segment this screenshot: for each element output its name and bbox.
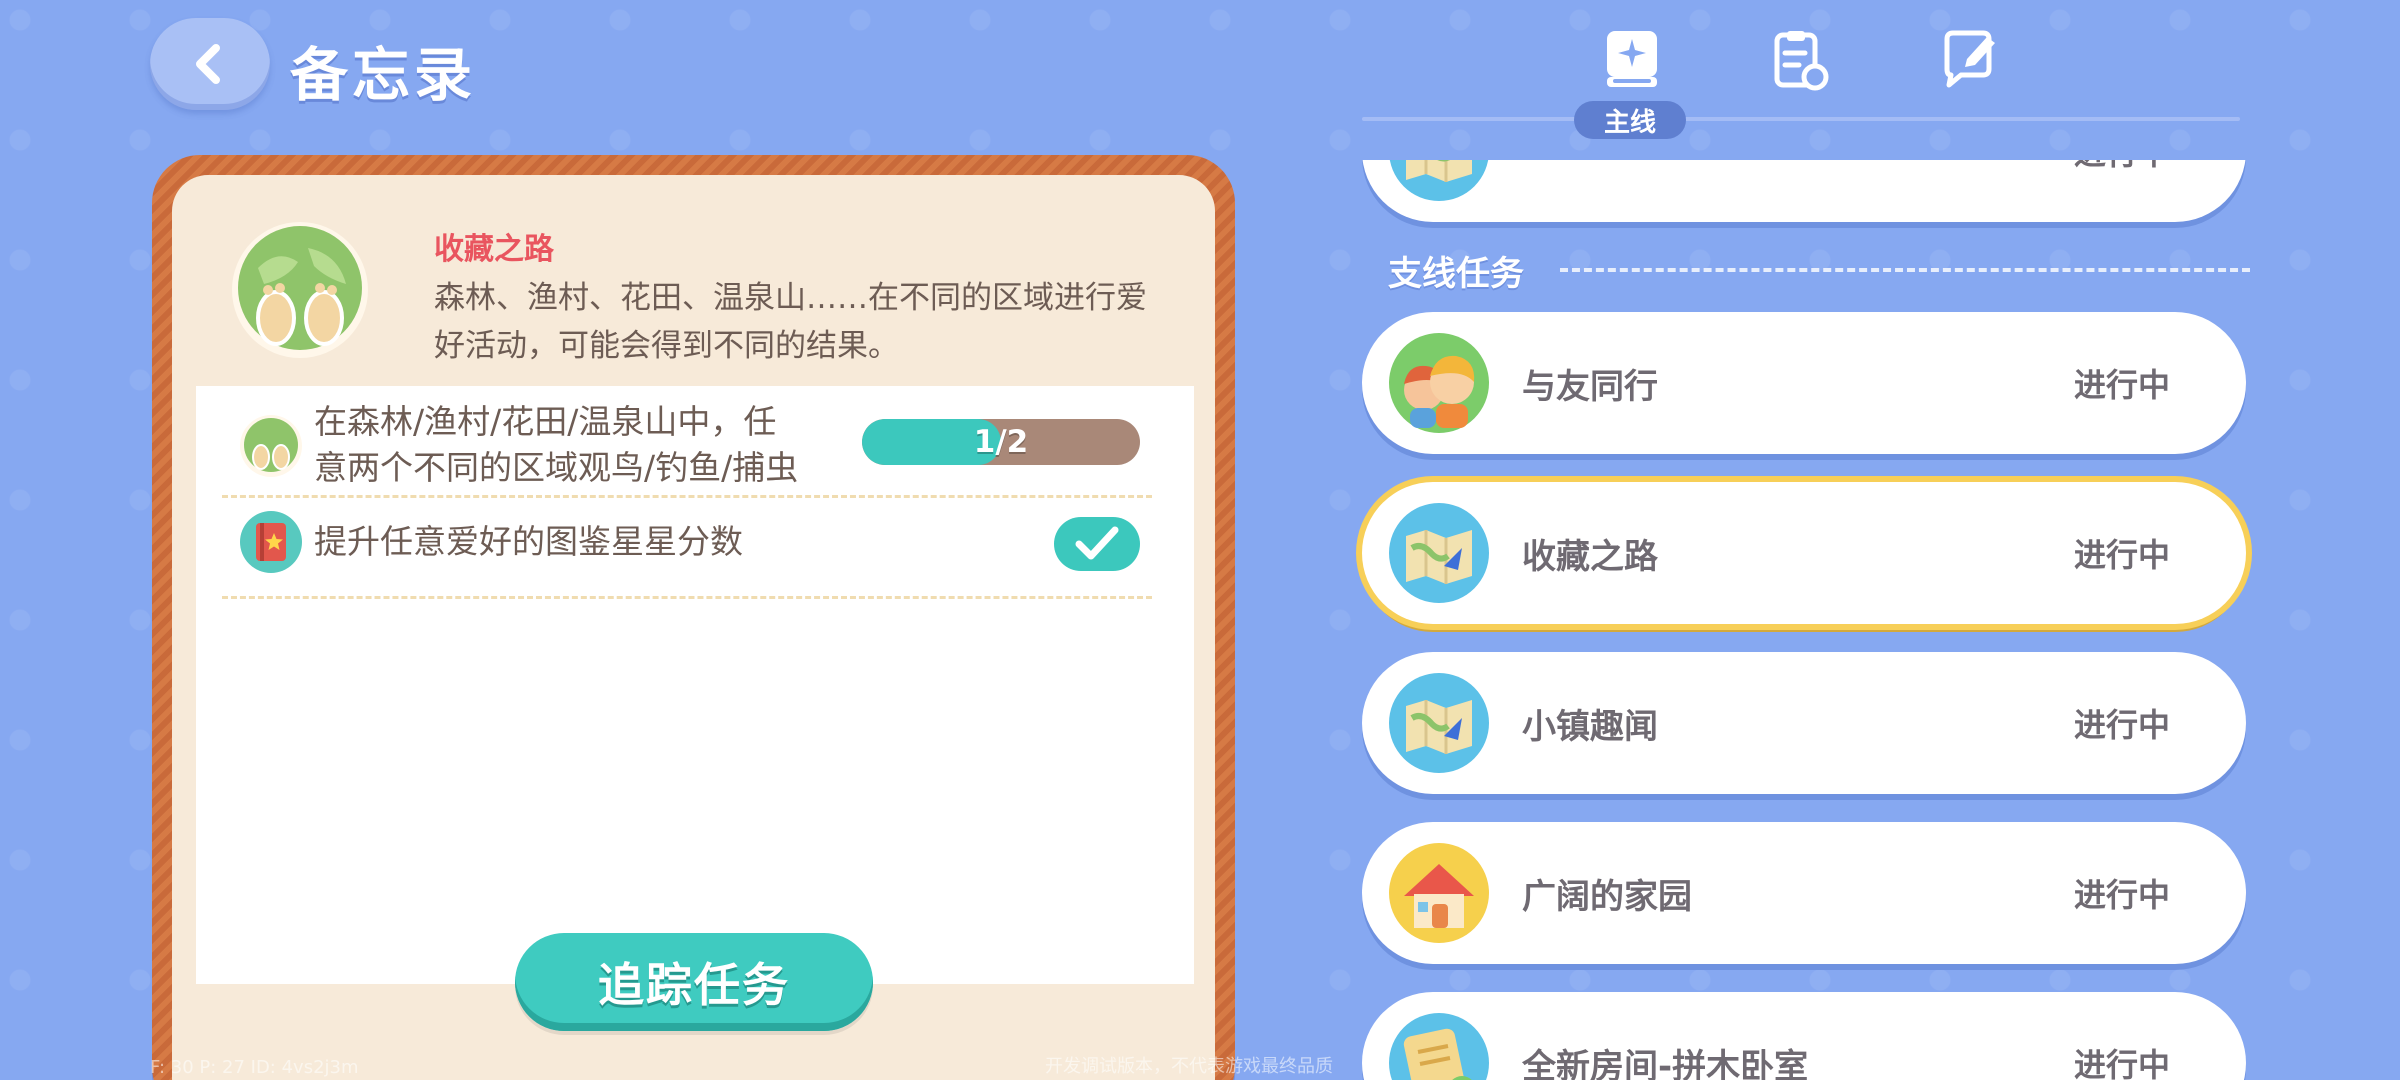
quest-list-item[interactable]: 小镇趣闻 进行中	[1362, 652, 2246, 794]
objective-row: 提升任意爱好的图鉴星星分数	[222, 503, 1152, 599]
track-quest-button[interactable]: 追踪任务	[515, 933, 873, 1031]
quest-status: 进行中	[2073, 706, 2170, 744]
quest-status: 进行中	[2073, 1046, 2170, 1080]
side-quest-section-header: 支线任务	[1384, 246, 2264, 294]
friends-icon	[1389, 333, 1489, 433]
map-icon	[1389, 160, 1489, 201]
quest-list-item-selected[interactable]: 收藏之路 进行中	[1362, 482, 2246, 624]
main-quest-book-icon	[1607, 31, 1657, 87]
quest-detail-description: 森林、渔村、花田、温泉山……在不同的区域进行爱好活动，可能会得到不同的结果。	[434, 280, 1147, 364]
clipboard-refresh-icon	[1774, 31, 1829, 91]
quest-name: 与友同行	[1522, 366, 1658, 407]
chevron-left-icon	[196, 44, 220, 84]
map-icon	[1389, 503, 1489, 603]
objective-text-line2: 意两个不同的区域观鸟/钓鱼/捕虫	[314, 448, 799, 487]
debug-disclaimer: 开发调试版本，不代表游戏最终品质	[1045, 1056, 1333, 1077]
quest-name: 广阔的家园	[1522, 876, 1692, 917]
star-book-icon	[240, 511, 302, 573]
tab-side-quest[interactable]	[1758, 24, 1842, 96]
quest-name: 小镇趣闻	[1522, 706, 1658, 747]
house-icon	[1389, 843, 1489, 943]
back-button[interactable]	[150, 18, 270, 110]
section-divider	[1560, 268, 2250, 272]
page-title: 备忘录	[290, 41, 477, 109]
objective-complete-badge	[1054, 517, 1140, 571]
objective-text-line1: 提升任意爱好的图鉴星星分数	[314, 522, 743, 561]
quest-list-item[interactable]: 全新房间-拼木卧室 进行中	[1362, 992, 2246, 1080]
tab-chat[interactable]	[1928, 24, 2012, 96]
quest-detail-name: 收藏之路	[434, 232, 554, 267]
checkmark-icon	[1075, 526, 1119, 560]
footprints-globe-icon	[232, 222, 368, 358]
quest-list-item[interactable]: 进行中	[1362, 160, 2246, 222]
quest-status: 进行中	[2074, 160, 2170, 222]
progress-text: 1/2	[973, 424, 1029, 460]
quest-status: 进行中	[2073, 536, 2170, 574]
map-icon	[1389, 673, 1489, 773]
footprints-globe-icon	[240, 415, 302, 477]
chat-edit-icon	[1944, 30, 1995, 88]
quest-list[interactable]: 进行中 支线任务 与友同行 进行中 收藏之路 进行中	[1350, 160, 2270, 1080]
section-title: 支线任务	[1388, 254, 1524, 294]
quest-name: 全新房间-拼木卧室	[1522, 1046, 1809, 1080]
objective-progress-bar: 1/2	[862, 419, 1140, 465]
quest-list-item[interactable]: 广阔的家园 进行中	[1362, 822, 2246, 964]
debug-info: F: 30 P: 27 ID: 4vs2j3m	[150, 1057, 359, 1078]
objective-row: 在森林/渔村/花田/温泉山中，任 意两个不同的区域观鸟/钓鱼/捕虫 1/2	[222, 395, 1152, 498]
note-icon	[1389, 1013, 1489, 1080]
quest-status: 进行中	[2073, 876, 2170, 914]
quest-name: 收藏之路	[1522, 536, 1658, 577]
quest-status: 进行中	[2073, 366, 2170, 404]
quest-list-item[interactable]: 与友同行 进行中	[1362, 312, 2246, 454]
tab-main-quest[interactable]	[1590, 24, 1674, 96]
tab-divider	[1362, 117, 2240, 121]
objective-text-line1: 在森林/渔村/花田/温泉山中，任	[314, 402, 777, 441]
active-tab-label: 主线	[1574, 101, 1686, 139]
